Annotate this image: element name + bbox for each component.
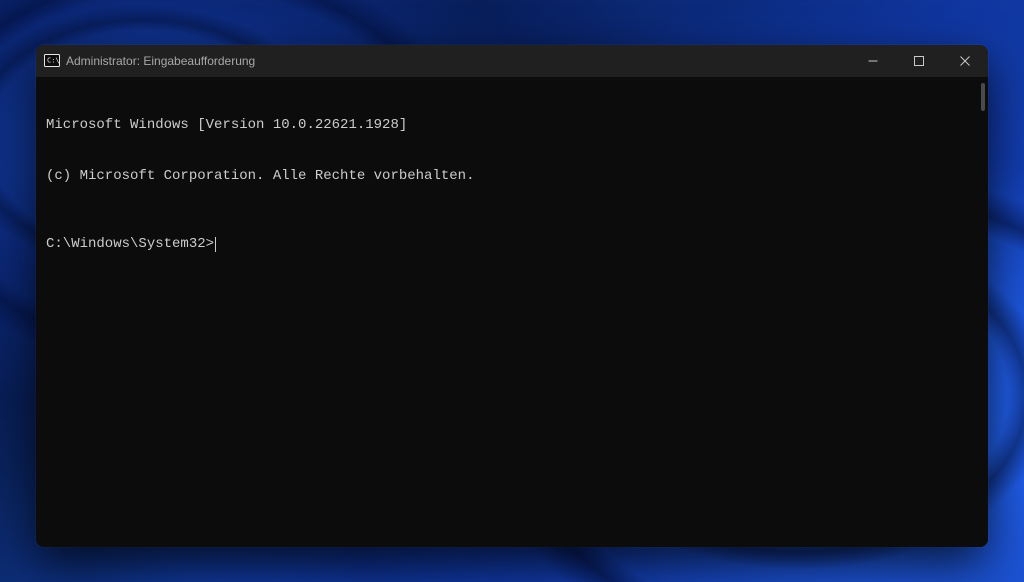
output-line: (c) Microsoft Corporation. Alle Rechte v… — [46, 168, 978, 185]
prompt-text: C:\Windows\System32> — [46, 236, 214, 253]
cmd-icon: C:\ — [44, 53, 60, 69]
minimize-icon — [868, 56, 878, 66]
prompt-line: C:\Windows\System32> — [46, 236, 978, 253]
close-button[interactable] — [942, 45, 988, 77]
maximize-icon — [914, 56, 924, 66]
titlebar[interactable]: C:\ Administrator: Eingabeaufforderung — [36, 45, 988, 77]
terminal-body[interactable]: Microsoft Windows [Version 10.0.22621.19… — [36, 77, 988, 547]
window-controls — [850, 45, 988, 77]
svg-text:C:\: C:\ — [47, 57, 60, 65]
command-prompt-window: C:\ Administrator: Eingabeaufforderung — [36, 45, 988, 547]
window-title: Administrator: Eingabeaufforderung — [66, 45, 850, 77]
maximize-button[interactable] — [896, 45, 942, 77]
minimize-button[interactable] — [850, 45, 896, 77]
scrollbar-thumb[interactable] — [981, 83, 985, 111]
output-line: Microsoft Windows [Version 10.0.22621.19… — [46, 117, 978, 134]
text-cursor — [215, 237, 216, 252]
close-icon — [960, 56, 970, 66]
